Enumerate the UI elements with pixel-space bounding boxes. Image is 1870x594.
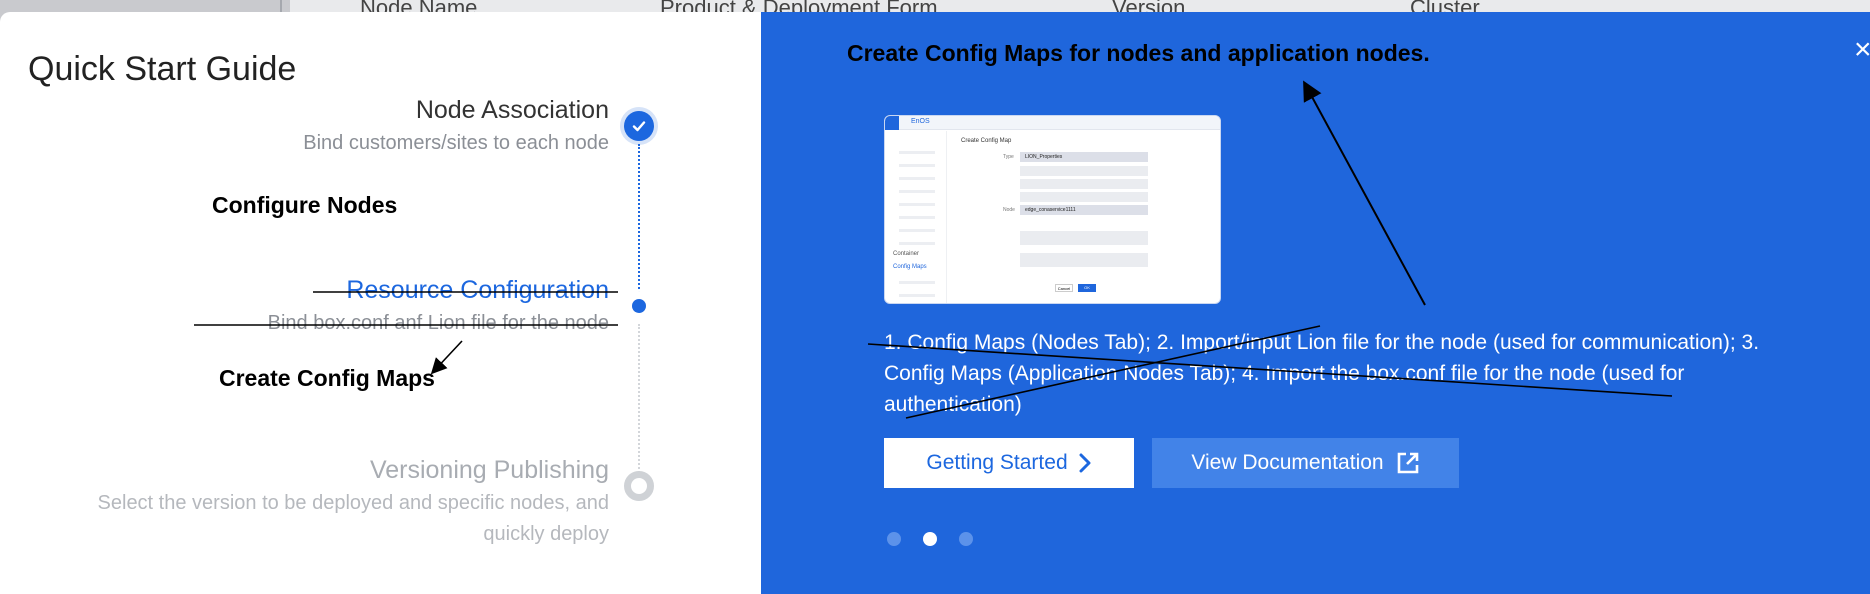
preview-sidebar-line (899, 164, 935, 167)
preview-node-value: edge_conaservice1111 (1025, 207, 1076, 213)
modal-title: Quick Start Guide (28, 50, 297, 88)
step-active-dot[interactable] (624, 291, 654, 321)
preview-sidebar-line (899, 216, 935, 219)
step-node-association-title[interactable]: Node Association (416, 96, 609, 125)
preview-field (1020, 166, 1148, 176)
carousel-dot-2[interactable] (923, 532, 937, 546)
view-documentation-button[interactable]: View Documentation (1152, 438, 1459, 488)
guide-detail-panel: Create Config Maps for nodes and applica… (761, 12, 1870, 594)
getting-started-button[interactable]: Getting Started (884, 438, 1134, 488)
step-done-check-icon[interactable] (624, 111, 654, 141)
quick-start-modal: Quick Start Guide Node Association Bind … (0, 12, 1870, 594)
chevron-right-icon (1079, 453, 1091, 473)
step-resource-configuration-title[interactable]: Resource Configuration (346, 276, 609, 305)
preview-node-label: Node (1003, 207, 1015, 213)
checkmark-icon (632, 121, 646, 132)
preview-field (1020, 231, 1148, 245)
preview-type-value: LION_Properties (1025, 154, 1063, 160)
step-versioning-publishing-desc-line1: Select the version to be deployed and sp… (97, 492, 609, 514)
step-pending-dot[interactable] (624, 471, 654, 501)
preview-form-title: Create Config Map (961, 138, 1012, 144)
step-node-association-desc: Bind customers/sites to each node (303, 132, 609, 154)
preview-screenshot: EnOS Container Config Maps Create Config… (884, 115, 1221, 304)
getting-started-label: Getting Started (926, 451, 1068, 474)
carousel-dot-3[interactable] (959, 532, 973, 546)
step-connector-1 (638, 144, 640, 304)
step-connector-2 (638, 324, 640, 484)
carousel-dot-1[interactable] (887, 532, 901, 546)
preview-type-label: Type (1003, 154, 1014, 160)
preview-sidebar-line (899, 151, 935, 154)
preview-logo: EnOS (911, 118, 930, 125)
preview-sidebar-line (899, 281, 935, 284)
preview-field (1020, 253, 1148, 267)
preview-sidebar-line (899, 242, 935, 245)
preview-home-icon (885, 116, 899, 130)
step-versioning-publishing-desc-line2: quickly deploy (483, 523, 609, 545)
preview-sidebar-container: Container (893, 251, 920, 257)
preview-field (1020, 179, 1148, 189)
preview-sidebar-line (899, 190, 935, 193)
preview-sidebar-line (899, 203, 935, 206)
step-description: 1. Config Maps (Nodes Tab); 2. Import/in… (884, 331, 1760, 416)
preview-sidebar-line (899, 294, 935, 297)
preview-ok-button: OK (1078, 284, 1096, 292)
preview-sidebar-line (899, 229, 935, 232)
step-versioning-publishing-title[interactable]: Versioning Publishing (370, 456, 609, 485)
preview-field (1020, 192, 1148, 202)
annotation-create-config-maps: Create Config Maps (219, 365, 435, 391)
view-documentation-label: View Documentation (1191, 451, 1384, 474)
preview-sidebar-line (899, 177, 935, 180)
close-icon[interactable]: × (1854, 35, 1870, 65)
external-link-icon (1397, 452, 1418, 474)
preview-sidebar: Container Config Maps (885, 131, 947, 303)
step-resource-configuration-desc: Bind box.conf anf Lion file for the node (267, 312, 609, 334)
preview-topbar: EnOS (885, 116, 1220, 130)
preview-cancel-button: Cancel (1055, 284, 1073, 292)
preview-sidebar-config-maps: Config Maps (893, 264, 927, 270)
annotation-configure-nodes: Configure Nodes (212, 192, 398, 218)
annotation-panel-title: Create Config Maps for nodes and applica… (847, 40, 1430, 66)
